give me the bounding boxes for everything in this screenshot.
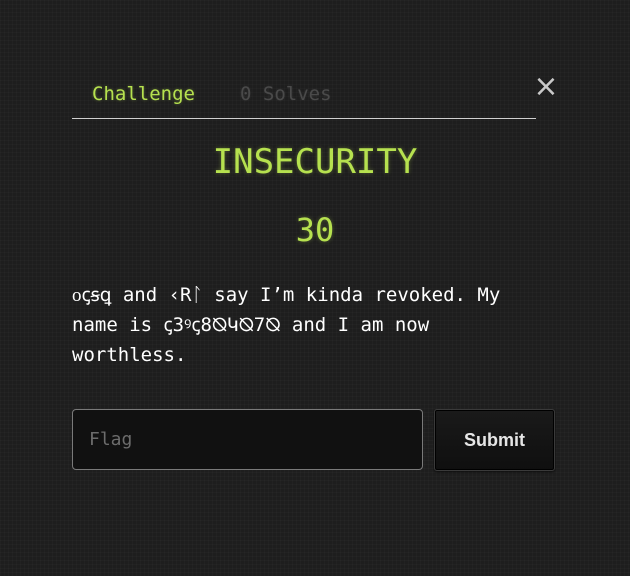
challenge-modal: Challenge 0 Solves × INSECURITY 30 ᴏꞔꞩꝗ … — [0, 0, 630, 576]
tab-challenge[interactable]: Challenge — [92, 82, 195, 106]
challenge-tabs: Challenge 0 Solves — [72, 78, 536, 119]
tab-solves[interactable]: 0 Solves — [240, 82, 332, 106]
challenge-title: INSECURITY — [212, 142, 418, 182]
challenge-points: 30 — [295, 211, 335, 249]
close-icon[interactable]: × — [533, 72, 559, 102]
flag-input[interactable] — [72, 409, 423, 470]
submit-button[interactable]: Submit — [434, 409, 555, 471]
challenge-description: ᴏꞔꞩꝗ and ‹Rᛚ say I’m kinda revoked. My n… — [72, 284, 501, 366]
